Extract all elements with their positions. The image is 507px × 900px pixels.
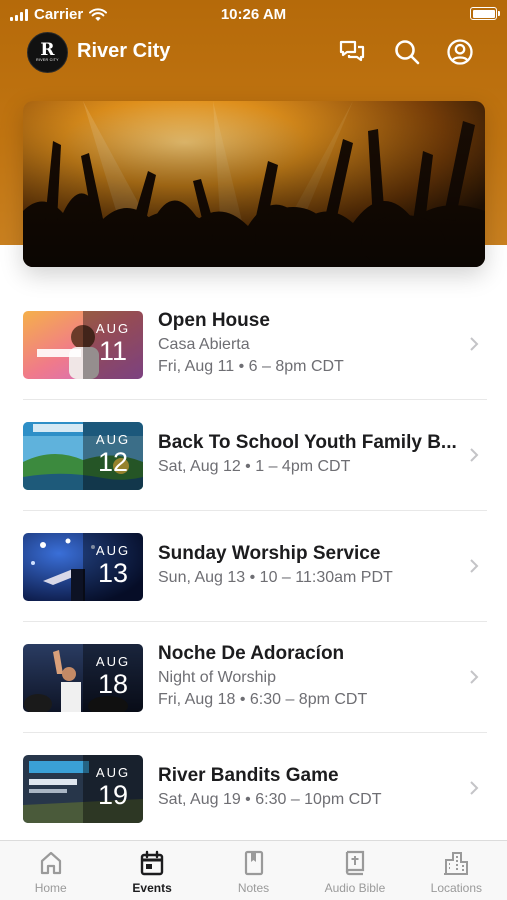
event-datetime: Sat, Aug 12 • 1 – 4pm CDT [158,458,351,475]
chevron-right-icon [470,448,479,462]
tab-events[interactable]: Events [101,841,202,900]
tab-audio-bible[interactable]: Audio Bible [304,841,405,900]
logo-text: RIVER CITY [36,58,59,62]
event-day: 18 [97,669,129,699]
event-thumbnail: AUG 12 [23,422,143,490]
chevron-right-icon [470,337,479,351]
event-thumbnail: AUG 11 [23,311,143,379]
event-thumbnail: AUG 19 [23,755,143,823]
chevron-right-icon [470,670,479,684]
event-day: 19 [97,780,129,810]
event-month: AUG [95,543,131,558]
bible-icon [345,850,365,876]
logo-letter: R [40,40,55,60]
notes-icon [244,850,263,876]
event-row[interactable]: AUG 13 Sunday Worship Service Sun, Aug 1… [0,511,507,622]
event-date-badge: AUG 13 [83,533,143,601]
event-title: River Bandits Game [158,765,339,786]
chevron-right-icon [470,781,479,795]
event-date-badge: AUG 12 [83,422,143,490]
event-thumbnail: AUG 13 [23,533,143,601]
tab-label: Audio Bible [324,881,386,895]
tab-bar: Home Events Notes Audio Bible Locations [0,840,507,900]
chat-icon[interactable] [338,38,366,66]
event-day: 12 [97,447,129,477]
event-row[interactable]: AUG 18 Noche De Adoracíon Night of Worsh… [0,622,507,733]
event-subtitle: Casa Abierta [158,336,250,353]
status-bar: Carrier 10:26 AM [0,0,507,30]
calendar-icon [140,850,164,876]
event-datetime: Sun, Aug 13 • 10 – 11:30am PDT [158,569,393,586]
event-month: AUG [95,321,131,336]
event-month: AUG [95,654,131,669]
event-datetime: Fri, Aug 11 • 6 – 8pm CDT [158,358,344,375]
event-datetime: Sat, Aug 19 • 6:30 – 10pm CDT [158,791,382,808]
search-icon[interactable] [393,38,421,66]
event-day: 13 [97,558,129,588]
event-list: AUG 11 Open House Casa Abierta Fri, Aug … [0,289,507,844]
tab-label: Home [34,881,67,895]
app-bar: R RIVER CITY River City [0,30,507,75]
tab-home[interactable]: Home [0,841,101,900]
chevron-right-icon [470,559,479,573]
profile-icon[interactable] [446,38,474,66]
tab-notes[interactable]: Notes [203,841,304,900]
event-title: Open House [158,310,270,331]
status-time: 10:26 AM [220,6,287,23]
tab-locations[interactable]: Locations [406,841,507,900]
tab-label: Events [132,881,172,895]
church-logo[interactable]: R RIVER CITY [27,32,68,73]
event-month: AUG [95,765,131,780]
building-icon [444,852,469,875]
event-title: Noche De Adoracíon [158,643,345,664]
hero-banner[interactable] [23,101,485,267]
event-thumbnail: AUG 18 [23,644,143,712]
home-icon [40,851,61,875]
event-datetime: Fri, Aug 18 • 6:30 – 8pm CDT [158,691,368,708]
event-title: Back To School Youth Family B... [158,432,457,453]
event-day: 11 [98,336,128,366]
app-title: River City [77,40,171,62]
tab-label: Notes [237,881,270,895]
event-date-badge: AUG 11 [83,311,143,379]
event-title: Sunday Worship Service [158,543,381,564]
event-date-badge: AUG 19 [83,755,143,823]
battery-icon [470,7,500,20]
event-row[interactable]: AUG 12 Back To School Youth Family B... … [0,400,507,511]
tab-label: Locations [430,881,483,895]
event-month: AUG [95,432,131,447]
event-subtitle: Night of Worship [158,669,276,686]
worship-crowd-image [23,101,485,267]
event-row[interactable]: AUG 11 Open House Casa Abierta Fri, Aug … [0,289,507,400]
event-row[interactable]: AUG 19 River Bandits Game Sat, Aug 19 • … [0,733,507,844]
event-date-badge: AUG 18 [83,644,143,712]
